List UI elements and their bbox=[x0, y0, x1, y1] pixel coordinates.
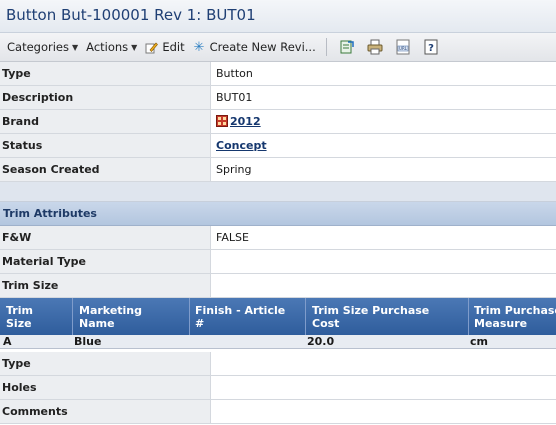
window-title-bar: Button But-100001 Rev 1: BUT01 bbox=[0, 0, 556, 33]
toolbar: Categories ▼ Actions ▼ Edit ✳ Create New… bbox=[0, 33, 556, 62]
categories-menu-label: Categories bbox=[7, 40, 69, 54]
details-table: Type Button Description BUT01 Brand 2012… bbox=[0, 62, 556, 182]
column-divider bbox=[72, 298, 73, 335]
more-row-comments: Comments bbox=[0, 399, 556, 424]
chevron-down-icon: ▼ bbox=[131, 42, 138, 52]
column-header-trim-purchase-measure[interactable]: Trim Purchase Measure bbox=[474, 304, 556, 330]
chevron-down-icon: ▼ bbox=[72, 42, 79, 52]
svg-text:URL: URL bbox=[399, 46, 408, 51]
header-line: Measure bbox=[474, 317, 528, 330]
toolbar-divider bbox=[325, 38, 327, 56]
trim-label: F&W bbox=[0, 226, 211, 250]
url-icon[interactable]: URL bbox=[395, 39, 411, 55]
detail-row-type: Type Button bbox=[0, 62, 556, 86]
column-divider bbox=[468, 298, 469, 335]
trim-value bbox=[210, 273, 556, 298]
more-row-holes: Holes bbox=[0, 375, 556, 400]
brand-link[interactable]: 2012 bbox=[230, 115, 261, 128]
sparkle-icon: ✳ bbox=[193, 39, 205, 55]
trim-label: Trim Size bbox=[0, 273, 211, 298]
column-divider bbox=[305, 298, 306, 335]
print-icon[interactable] bbox=[367, 39, 383, 55]
trim-label: Material Type bbox=[0, 249, 211, 274]
status-link[interactable]: Concept bbox=[216, 139, 267, 152]
edit-button[interactable]: Edit bbox=[141, 40, 188, 54]
trim-value: FALSE bbox=[210, 226, 556, 250]
detail-row-description: Description BUT01 bbox=[0, 85, 556, 110]
detail-value: Button bbox=[210, 62, 556, 86]
header-line: # bbox=[195, 317, 205, 330]
help-icon[interactable]: ? bbox=[423, 39, 439, 55]
column-header-trim-size[interactable]: Trim Size bbox=[6, 304, 33, 330]
cell-purchase-cost: 20.0 bbox=[307, 335, 335, 348]
section-spacer bbox=[0, 182, 556, 202]
cell-trim-size: A bbox=[3, 335, 12, 348]
cell-marketing-name: Blue bbox=[74, 335, 102, 348]
detail-value-cell: Concept bbox=[210, 133, 556, 158]
detail-label: Season Created bbox=[0, 157, 211, 182]
header-line: Trim Size Purchase bbox=[312, 304, 430, 317]
header-line: Size bbox=[6, 317, 32, 330]
brand-icon bbox=[216, 115, 228, 127]
trim-attributes-header: Trim Attributes bbox=[0, 202, 556, 226]
column-divider bbox=[189, 298, 190, 335]
more-value bbox=[210, 375, 556, 400]
trim-attributes-table: F&W FALSE Material Type Trim Size bbox=[0, 226, 556, 298]
column-header-trim-size-purchase-cost[interactable]: Trim Size Purchase Cost bbox=[312, 304, 429, 330]
detail-row-status: Status Concept bbox=[0, 133, 556, 158]
pencil-icon bbox=[145, 42, 159, 53]
column-header-marketing-name[interactable]: Marketing Name bbox=[79, 304, 142, 330]
header-line: Name bbox=[79, 317, 115, 330]
svg-text:?: ? bbox=[428, 43, 434, 54]
detail-label: Status bbox=[0, 133, 211, 158]
page-title: Button But-100001 Rev 1: BUT01 bbox=[6, 6, 256, 24]
header-line: Marketing bbox=[79, 304, 143, 317]
trim-row-trim-size: Trim Size bbox=[0, 273, 556, 298]
header-line: Trim Purchase bbox=[474, 304, 556, 317]
detail-label: Type bbox=[0, 62, 211, 86]
trim-value bbox=[210, 249, 556, 274]
table-row[interactable]: A Blue 20.0 cm bbox=[0, 335, 556, 349]
more-value bbox=[210, 352, 556, 376]
detail-row-season-created: Season Created Spring bbox=[0, 157, 556, 182]
detail-label: Brand bbox=[0, 109, 211, 134]
more-attributes-table: Type Holes Comments bbox=[0, 352, 556, 424]
cell-purchase-measure: cm bbox=[470, 335, 488, 348]
header-line: Cost bbox=[312, 317, 340, 330]
trim-row-fw: F&W FALSE bbox=[0, 226, 556, 250]
more-value bbox=[210, 399, 556, 424]
edit-button-label: Edit bbox=[162, 40, 185, 54]
more-label: Comments bbox=[0, 399, 211, 424]
export-icon[interactable] bbox=[339, 39, 355, 55]
column-header-finish-article[interactable]: Finish - Article # bbox=[195, 304, 285, 330]
detail-value: Spring bbox=[210, 157, 556, 182]
detail-value: BUT01 bbox=[210, 85, 556, 110]
trim-size-grid: Trim Size Marketing Name Finish - Articl… bbox=[0, 298, 556, 349]
section-title: Trim Attributes bbox=[3, 207, 97, 220]
header-line: Trim bbox=[6, 304, 33, 317]
actions-menu[interactable]: Actions ▼ bbox=[82, 40, 141, 54]
trim-size-grid-header: Trim Size Marketing Name Finish - Articl… bbox=[0, 298, 556, 335]
header-line: Finish - Article bbox=[195, 304, 286, 317]
more-label: Type bbox=[0, 352, 211, 376]
create-new-revision-button[interactable]: ✳ Create New Revi... bbox=[189, 40, 320, 54]
detail-value-cell: 2012 bbox=[210, 109, 556, 134]
actions-menu-label: Actions bbox=[86, 40, 129, 54]
trim-row-material-type: Material Type bbox=[0, 249, 556, 274]
detail-row-brand: Brand 2012 bbox=[0, 109, 556, 134]
more-row-type: Type bbox=[0, 352, 556, 376]
detail-label: Description bbox=[0, 85, 211, 110]
categories-menu[interactable]: Categories ▼ bbox=[3, 40, 82, 54]
create-new-revision-label: Create New Revi... bbox=[209, 40, 316, 54]
more-label: Holes bbox=[0, 375, 211, 400]
